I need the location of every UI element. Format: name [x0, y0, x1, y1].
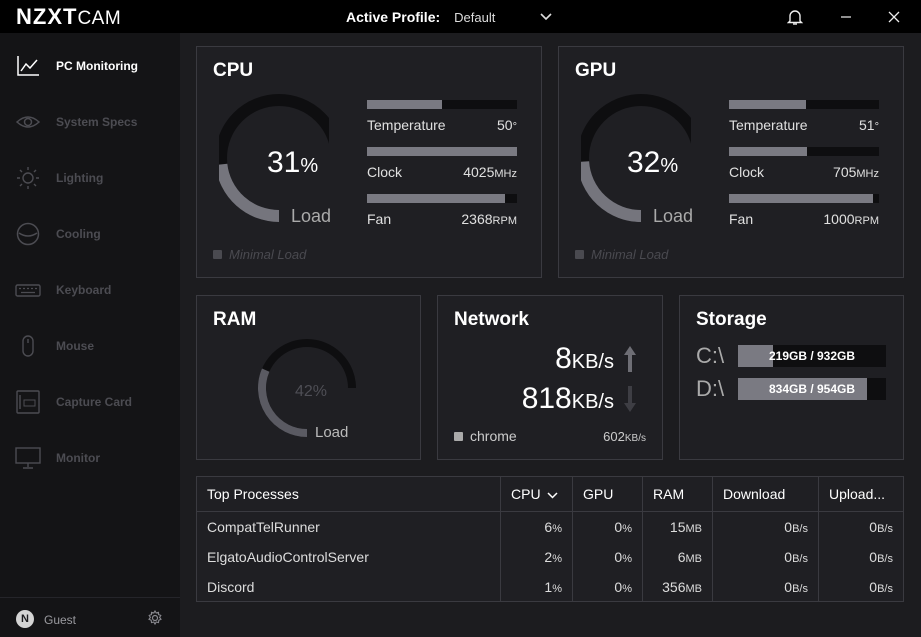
- gpu-load-label: Load: [653, 206, 694, 226]
- column-header-gpu[interactable]: GPU: [573, 477, 643, 512]
- gpu-title: GPU: [575, 60, 617, 81]
- storage-title: Storage: [696, 309, 767, 330]
- ram-gauge-progress: [258, 368, 308, 437]
- column-header-download[interactable]: Download: [713, 477, 819, 512]
- sidebar-item-lighting[interactable]: Lighting: [0, 150, 180, 206]
- ram-title: RAM: [213, 309, 257, 330]
- profile-selector[interactable]: Active Profile: Default: [346, 9, 552, 25]
- column-header-cpu[interactable]: CPU: [501, 477, 573, 512]
- title-bar: NZXTCAM Active Profile: Default: [0, 0, 921, 33]
- mode-indicator-square: [213, 250, 222, 259]
- network-top-process: chrome 602KB/s: [454, 428, 646, 444]
- app-logo: NZXTCAM: [16, 4, 122, 29]
- cpu-clock-bar: [367, 147, 517, 156]
- drive-d-bar: 834GB / 954GB: [738, 378, 886, 400]
- column-header-ram[interactable]: RAM: [643, 477, 713, 512]
- sidebar-item-mouse[interactable]: Mouse: [0, 318, 180, 374]
- keyboard-icon: [15, 284, 41, 297]
- gpu-mode-indicator[interactable]: Minimal Load: [575, 247, 668, 262]
- sidebar-item-label: Lighting: [56, 171, 104, 185]
- column-header-name[interactable]: Top Processes: [197, 477, 501, 512]
- gear-icon[interactable]: [147, 610, 163, 626]
- mode-indicator-square: [575, 250, 584, 259]
- chart-line-icon: [17, 56, 39, 76]
- minimize-button[interactable]: [826, 0, 866, 33]
- sidebar-item-monitor[interactable]: Monitor: [0, 430, 180, 486]
- gpu-fan: Fan 1000RPM: [729, 194, 879, 227]
- eye-icon: [15, 116, 41, 128]
- drive-d: D:\ 834GB / 954GB: [696, 376, 886, 402]
- cpu-temperature: Temperature 50°: [367, 100, 517, 133]
- network-upload-speed: 8KB/s: [555, 342, 614, 375]
- sidebar-item-label: Capture Card: [56, 395, 133, 409]
- cpu-title: CPU: [213, 60, 254, 81]
- network-title: Network: [454, 309, 529, 330]
- chevron-down-icon: [540, 13, 552, 21]
- drive-c: C:\ 219GB / 932GB: [696, 343, 886, 369]
- sidebar-item-pc-monitoring[interactable]: PC Monitoring: [0, 38, 180, 94]
- sidebar-item-system-specs[interactable]: System Specs: [0, 94, 180, 150]
- arrow-down-icon: [624, 386, 636, 412]
- sidebar-item-capture-card[interactable]: Capture Card: [0, 374, 180, 430]
- gpu-clock: Clock 705MHz: [729, 147, 879, 180]
- monitor-icon: [15, 447, 41, 469]
- cpu-mode-indicator[interactable]: Minimal Load: [213, 247, 306, 262]
- sidebar-item-label: PC Monitoring: [56, 59, 138, 73]
- sidebar-footer: N Guest: [0, 597, 180, 637]
- minimize-icon: [841, 15, 851, 18]
- sidebar-item-label: System Specs: [56, 115, 138, 129]
- sidebar-item-label: Keyboard: [56, 283, 112, 297]
- sidebar-item-label: Cooling: [56, 227, 101, 241]
- ram-load-value: 42%: [295, 383, 328, 400]
- cooling-icon: [16, 222, 40, 246]
- cpu-temperature-bar: [367, 100, 517, 109]
- user-name[interactable]: Guest: [44, 613, 76, 627]
- network-card: Network 8KB/s 818KB/s chrome 602KB/s: [437, 295, 663, 460]
- cpu-fan: Fan 2368RPM: [367, 194, 517, 227]
- gpu-fan-bar: [729, 194, 879, 203]
- profile-label: Active Profile:: [346, 9, 441, 25]
- sidebar-item-keyboard[interactable]: Keyboard: [0, 262, 180, 318]
- drive-c-bar: 219GB / 932GB: [738, 345, 886, 367]
- notifications-button[interactable]: [775, 0, 815, 33]
- gpu-temperature-bar: [729, 100, 879, 109]
- capture-card-icon: [16, 390, 40, 414]
- column-header-upload[interactable]: Upload...: [819, 477, 903, 512]
- gpu-clock-bar: [729, 147, 879, 156]
- sidebar-item-cooling[interactable]: Cooling: [0, 206, 180, 262]
- cpu-clock: Clock 4025MHz: [367, 147, 517, 180]
- profile-value: Default: [454, 9, 496, 25]
- cpu-fan-bar: [367, 194, 517, 203]
- gpu-temperature: Temperature 51°: [729, 100, 879, 133]
- process-indicator-square: [454, 432, 463, 441]
- sidebar: PC Monitoring System Specs Lighting Cool…: [0, 33, 180, 637]
- close-button[interactable]: [874, 0, 914, 33]
- cpu-load-label: Load: [291, 206, 332, 226]
- mouse-icon: [22, 335, 34, 357]
- arrow-up-icon: [624, 346, 636, 372]
- storage-card: Storage C:\ 219GB / 932GB D:\ 834GB / 95…: [679, 295, 904, 460]
- sidebar-item-label: Monitor: [56, 451, 100, 465]
- ram-card: RAM 42% Load: [196, 295, 421, 460]
- gpu-card: GPU 32% Load Temperature 51° Clock 705MHz …: [558, 46, 904, 278]
- bell-icon: [787, 9, 803, 25]
- gpu-load-value: 32%: [627, 146, 679, 179]
- network-download-speed: 818KB/s: [521, 382, 614, 415]
- close-icon: [888, 11, 900, 22]
- top-processes-table: Top Processes CPU GPU RAM Download Uploa…: [196, 476, 904, 602]
- avatar[interactable]: N: [16, 610, 34, 628]
- cpu-card: CPU 31% Load Temperature 50° Clock 4025MHz…: [196, 46, 542, 278]
- chevron-down-icon: [547, 492, 558, 499]
- ram-load-label: Load: [315, 424, 349, 441]
- sun-icon: [17, 167, 39, 189]
- cpu-load-value: 31%: [267, 146, 319, 179]
- sidebar-item-label: Mouse: [56, 339, 95, 353]
